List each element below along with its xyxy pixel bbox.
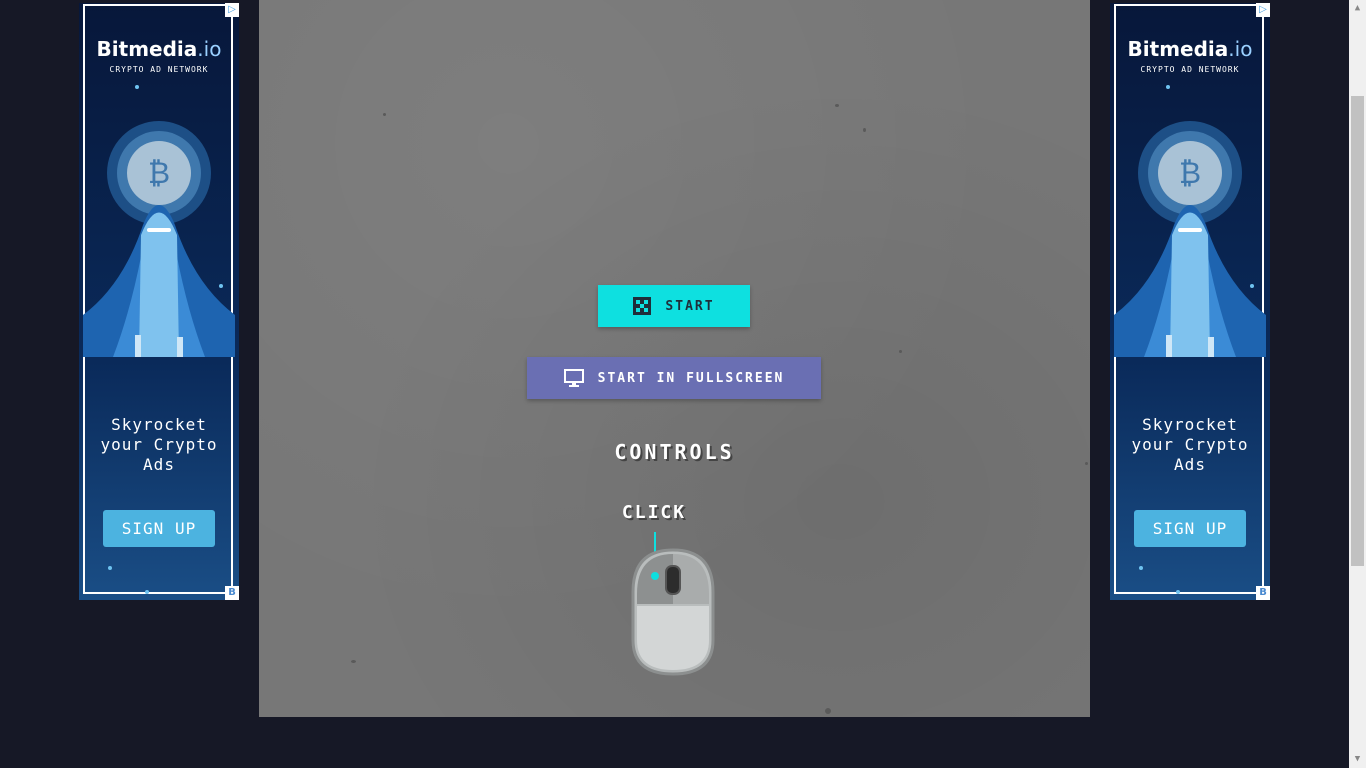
ad-signup-button[interactable]: SIGN UP xyxy=(1134,510,1246,547)
scroll-up-arrow-icon[interactable]: ▲ xyxy=(1349,0,1366,17)
ad-banner-right[interactable]: ▷ Bitmedia.io CRYPTO AD NETWORK ₿ Skyroc… xyxy=(1110,3,1270,600)
ad-logo: Bitmedia.io xyxy=(79,37,239,61)
monitor-icon xyxy=(563,369,584,387)
fullscreen-start-button[interactable]: START IN FULLSCREEN xyxy=(527,357,821,399)
star-dot xyxy=(1166,85,1170,89)
star-dot xyxy=(1176,590,1180,594)
ad-info-icon[interactable]: ▷ xyxy=(1256,3,1270,17)
fullscreen-button-label: START IN FULLSCREEN xyxy=(597,370,785,386)
star-dot xyxy=(145,590,149,594)
ad-signup-button[interactable]: SIGN UP xyxy=(103,510,215,547)
ad-badge-icon[interactable]: B xyxy=(1256,586,1270,600)
ad-subtitle: CRYPTO AD NETWORK xyxy=(109,65,209,74)
star-dot xyxy=(108,566,112,570)
ad-brand-suffix: .io xyxy=(197,37,222,61)
star-dot xyxy=(1250,284,1254,288)
scrollbar-thumb[interactable] xyxy=(1351,96,1364,566)
svg-text:₿: ₿ xyxy=(1179,156,1201,191)
texture-speck xyxy=(825,708,831,714)
controls-heading: CONTROLS xyxy=(614,440,735,464)
svg-text:₿: ₿ xyxy=(148,156,170,191)
start-button[interactable]: START xyxy=(598,285,750,327)
star-dot xyxy=(135,85,139,89)
star-dot xyxy=(1139,566,1143,570)
ad-subtitle: CRYPTO AD NETWORK xyxy=(1140,65,1240,74)
rocket-illustration: ₿ xyxy=(83,121,235,357)
mouse-icon xyxy=(631,532,715,676)
ad-brand-suffix: .io xyxy=(1228,37,1253,61)
texture-speck xyxy=(863,128,866,132)
rocket-illustration: ₿ xyxy=(1114,121,1266,357)
checkered-flag-icon xyxy=(633,297,652,315)
ad-brand: Bitmedia xyxy=(96,37,198,61)
start-button-label: START xyxy=(665,298,715,314)
click-label: CLICK xyxy=(621,502,687,523)
texture-speck xyxy=(351,660,356,663)
ad-badge-icon[interactable]: B xyxy=(225,586,239,600)
ad-brand: Bitmedia xyxy=(1127,37,1229,61)
texture-speck xyxy=(899,350,902,353)
ad-info-icon[interactable]: ▷ xyxy=(225,3,239,17)
texture-speck xyxy=(383,113,386,116)
page-scrollbar[interactable]: ▲ ▼ xyxy=(1349,0,1366,768)
ad-tagline: Skyrocket your Crypto Ads xyxy=(1131,415,1249,474)
scroll-down-arrow-icon[interactable]: ▼ xyxy=(1349,751,1366,768)
ad-banner-left[interactable]: ▷ Bitmedia.io CRYPTO AD NETWORK ₿ Skyroc… xyxy=(79,3,239,600)
ad-tagline: Skyrocket your Crypto Ads xyxy=(100,415,218,474)
star-dot xyxy=(219,284,223,288)
ad-logo: Bitmedia.io xyxy=(1110,37,1270,61)
texture-speck xyxy=(835,104,839,107)
game-canvas[interactable]: START START IN FULLSCREEN CONTROLS CLICK xyxy=(259,0,1090,717)
